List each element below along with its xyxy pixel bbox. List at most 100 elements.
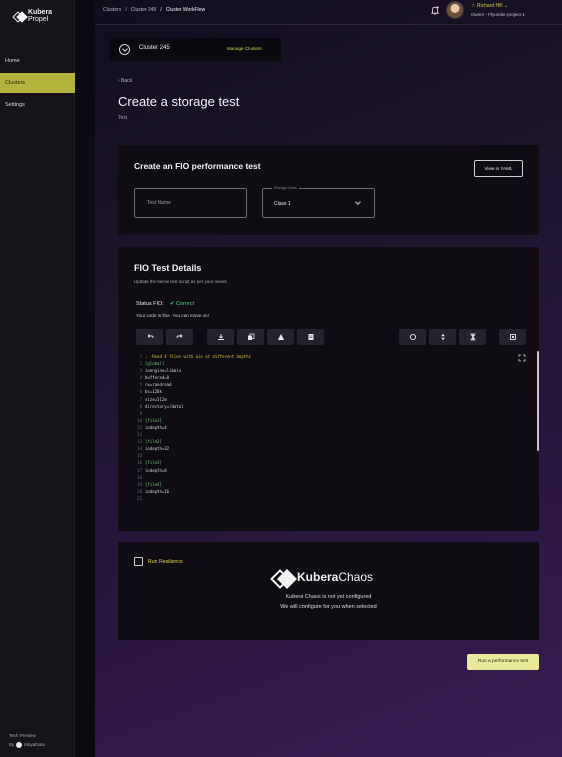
code-line: 19 [file4]: [134, 481, 524, 488]
fio-details-card: FIO Test Details Update the below test s…: [118, 247, 539, 531]
card-title: FIO Test Details: [134, 263, 202, 273]
undo-button[interactable]: [136, 329, 163, 345]
code-text: [file1]: [145, 417, 162, 423]
breadcrumb-separator: /: [125, 7, 127, 13]
code-line: 18: [134, 474, 524, 481]
main-content: Clusters / Cluster 245 / Cluster WorkFlo…: [95, 0, 562, 757]
storage-class-select[interactable]: Storage Class Class 1: [262, 186, 375, 218]
code-text: [file4]: [145, 481, 162, 487]
resilience-card: Run Resilience KuberaChaos Kubera Chaos …: [118, 542, 539, 640]
brand-logo[interactable]: Kubera Propel: [14, 9, 74, 23]
code-line: 2 [global]: [134, 360, 524, 367]
code-line: 8 directory=/datal: [134, 403, 524, 410]
line-number: 9: [139, 410, 142, 416]
sidebar-gutter: [75, 0, 95, 757]
code-line: 15: [134, 452, 524, 459]
sort-icon: [440, 333, 445, 341]
code-line: 6 bs=128k: [134, 388, 524, 395]
checkbox-icon[interactable]: [134, 557, 143, 566]
breadcrumb-cluster[interactable]: Cluster 245: [131, 7, 157, 13]
back-link[interactable]: ‹ Back: [118, 78, 132, 84]
breadcrumb-clusters[interactable]: Clusters: [103, 7, 121, 13]
cluster-name: Cluster 245: [139, 45, 170, 51]
sidebar-footer: Tech Preview By MayaData: [9, 731, 45, 749]
warning-button[interactable]: [267, 329, 294, 345]
line-number: 21: [137, 495, 142, 501]
run-resilience-checkbox[interactable]: Run Resilience: [134, 557, 183, 566]
sort-button[interactable]: [429, 329, 456, 345]
line-number: 20: [137, 488, 142, 494]
sidebar-nav: Home Clusters Settings: [0, 51, 75, 117]
mayadata-logo-icon: [16, 741, 23, 748]
download-icon: [217, 334, 224, 340]
card-description: Update the below test script as per your…: [134, 279, 227, 284]
sidebar-item-clusters[interactable]: Clusters: [0, 73, 75, 93]
code-line: 1; -Read 4 files with aio at different d…: [134, 353, 524, 360]
code-text: iodepth=32: [145, 446, 170, 452]
line-number: 18: [137, 474, 142, 480]
fio-create-card: Create an FIO performance test View in Y…: [118, 145, 539, 235]
editor-scrollbar[interactable]: [537, 351, 539, 451]
redo-button[interactable]: [166, 329, 193, 345]
code-editor[interactable]: 1; -Read 4 files with aio at different d…: [134, 353, 524, 513]
chaos-status-line1: Kubera Chaos is not yet configured: [285, 594, 372, 600]
code-text: rw=randread: [145, 382, 172, 388]
code-text: [file2]: [145, 439, 162, 445]
storage-class-value: Class 1: [274, 201, 291, 207]
cluster-selector[interactable]: Cluster 245 Manage Clusters: [110, 38, 281, 61]
tech-preview-label: Tech Preview: [9, 733, 36, 738]
code-line: 13 [file2]: [134, 438, 524, 445]
copy-button[interactable]: [237, 329, 264, 345]
test-name-placeholder: Test Name: [147, 200, 171, 206]
line-number: 3: [139, 368, 142, 374]
code-text: size=512m: [145, 396, 167, 402]
code-text: iodepth=8: [145, 467, 167, 473]
sidebar-item-settings[interactable]: Settings: [0, 95, 75, 115]
notification-bell-icon[interactable]: [431, 6, 439, 15]
document-button[interactable]: [297, 329, 324, 345]
line-number: 1: [139, 354, 142, 359]
code-line: 17 iodepth=8: [134, 467, 524, 474]
fullscreen-button[interactable]: [499, 329, 526, 345]
manage-clusters-link[interactable]: Manage Clusters: [227, 46, 262, 51]
code-line: 16 [file3]: [134, 459, 524, 466]
chevron-down-icon[interactable]: [119, 44, 130, 55]
line-number: 13: [137, 439, 142, 445]
breadcrumb: Clusters / Cluster 245 / Cluster WorkFlo…: [103, 7, 205, 13]
code-text: bs=128k: [145, 389, 162, 395]
refresh-icon: [409, 333, 416, 341]
code-line: 11 iodepth=4: [134, 424, 524, 431]
view-yaml-button[interactable]: View in YAML: [474, 160, 523, 177]
status-label: Status FIO:: [136, 301, 164, 307]
code-text: directory=/datal: [145, 403, 184, 409]
breadcrumb-separator: /: [160, 7, 162, 13]
line-number: 10: [137, 417, 142, 423]
line-number: 6: [139, 389, 142, 395]
line-number: 17: [137, 467, 142, 473]
collapse-button[interactable]: [459, 329, 486, 345]
code-line: 4 buffered=0: [134, 374, 524, 381]
company-name: MayaData: [24, 742, 45, 747]
sidebar-item-home[interactable]: Home: [0, 51, 75, 71]
refresh-button[interactable]: [399, 329, 426, 345]
avatar[interactable]: [446, 1, 464, 19]
copy-icon: [247, 333, 254, 340]
code-text: ; -Read 4 files with aio at different de…: [145, 354, 251, 359]
line-number: 12: [137, 432, 142, 438]
download-button[interactable]: [207, 329, 234, 345]
test-name-input[interactable]: Test Name: [134, 188, 247, 218]
line-number: 15: [137, 453, 142, 459]
line-number: 11: [137, 424, 142, 430]
page-subtitle: Text: [118, 115, 128, 121]
collapse-icon: [470, 333, 475, 341]
code-text: iodepth=4: [145, 424, 167, 430]
line-number: 14: [137, 446, 142, 452]
code-text: ioengine=libaio: [145, 368, 182, 374]
kubera-logo-icon: [14, 13, 25, 20]
run-performance-test-button[interactable]: Run a performance test: [467, 654, 539, 670]
chevron-down-icon: [355, 199, 361, 205]
user-name[interactable]: ☆ Richard Hill ⌄: [471, 3, 508, 9]
line-number: 2: [139, 361, 142, 367]
warning-icon: [277, 334, 284, 340]
line-number: 7: [139, 396, 142, 402]
